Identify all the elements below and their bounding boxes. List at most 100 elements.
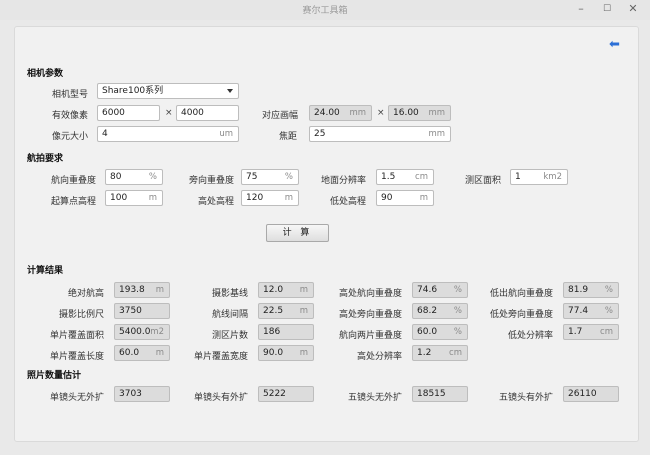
- photos-section-title: 照片数量估计: [27, 371, 82, 381]
- survey-area-label: 测区面积: [464, 176, 501, 186]
- side-overlap-value: 75: [246, 172, 258, 182]
- pixels-height-input[interactable]: 4000: [176, 105, 239, 121]
- result-label: 低出航向重叠度: [489, 289, 553, 299]
- result-value: 60.0: [119, 348, 140, 358]
- result-value: 193.8: [119, 285, 145, 295]
- result-label: 航向两片重叠度: [338, 331, 402, 341]
- start-elevation-unit: m: [148, 193, 157, 203]
- result-field: 1.7 cm: [563, 324, 619, 340]
- high-elevation-input[interactable]: 120 m: [241, 190, 299, 206]
- camera-model-select[interactable]: Share100系列: [97, 83, 239, 99]
- photo-count-label: 单镜头无外扩: [49, 393, 104, 403]
- ground-resolution-unit: cm: [415, 172, 428, 182]
- photo-count-field: 5222: [258, 386, 314, 402]
- result-field: 90.0 m: [258, 345, 314, 361]
- result-value: 3750: [119, 306, 142, 316]
- low-elevation-label: 低处高程: [329, 197, 366, 207]
- result-label: 低处分辨率: [507, 331, 553, 341]
- low-elevation-unit: m: [419, 193, 428, 203]
- result-label: 摄影基线: [211, 289, 248, 299]
- frame-width-field: 24.00 mm: [309, 105, 372, 121]
- result-unit: m: [299, 285, 308, 295]
- low-elevation-input[interactable]: 90 m: [376, 190, 434, 206]
- result-label: 单片覆盖长度: [49, 352, 104, 362]
- ground-resolution-value: 1.5: [381, 172, 396, 182]
- close-icon[interactable]: ✕: [626, 2, 640, 16]
- photo-count-value: 18515: [417, 389, 446, 399]
- result-field: 74.6%: [412, 282, 468, 298]
- result-label: 高处旁向重叠度: [338, 310, 402, 320]
- result-field: 60.0%: [412, 324, 468, 340]
- result-label: 单片覆盖宽度: [193, 352, 248, 362]
- pixels-width-value: 6000: [102, 108, 125, 118]
- result-unit: m: [299, 306, 308, 316]
- pixel-size-input[interactable]: 4 um: [97, 126, 239, 142]
- times-sign: ×: [377, 108, 385, 118]
- photo-count-field: 18515: [412, 386, 468, 402]
- result-value: 90.0: [263, 348, 284, 358]
- photo-count-label: 五镜头无外扩: [347, 393, 402, 403]
- result-value: 12.0: [263, 285, 284, 295]
- camera-section-title: 相机参数: [27, 69, 64, 79]
- result-field: 68.2%: [412, 303, 468, 319]
- start-elevation-label: 起算点高程: [50, 197, 96, 207]
- pixels-label: 有效像素: [52, 111, 89, 121]
- focal-value: 25: [314, 129, 326, 139]
- forward-overlap-unit: %: [148, 172, 157, 182]
- result-label: 测区片数: [211, 331, 248, 341]
- ground-resolution-label: 地面分辨率: [320, 176, 366, 186]
- result-value: 22.5: [263, 306, 284, 316]
- frame-label: 对应画幅: [262, 111, 299, 121]
- back-arrow-icon[interactable]: ⬅: [609, 38, 620, 52]
- times-sign: ×: [165, 108, 173, 118]
- frame-height-value: 16.00: [393, 108, 419, 118]
- window-title: 赛尔工具箱: [302, 6, 348, 16]
- result-unit: m: [299, 348, 308, 358]
- forward-overlap-value: 80: [110, 172, 122, 182]
- title-bar: 赛尔工具箱 – ☐ ✕: [0, 0, 650, 20]
- chevron-down-icon: [227, 89, 233, 93]
- start-elevation-input[interactable]: 100 m: [105, 190, 163, 206]
- frame-height-unit: mm: [428, 108, 445, 118]
- pixels-height-value: 4000: [181, 108, 204, 118]
- result-unit: %: [453, 285, 462, 295]
- camera-model-value: Share100系列: [102, 86, 164, 96]
- result-value: 60.0: [417, 327, 438, 337]
- survey-area-value: 1: [515, 172, 521, 182]
- result-label: 单片覆盖面积: [49, 331, 104, 341]
- result-label: 摄影比例尺: [58, 310, 104, 320]
- result-unit: %: [604, 306, 613, 316]
- result-label: 高处分辨率: [356, 352, 402, 362]
- results-section-title: 计算结果: [27, 266, 64, 276]
- result-field: 22.5 m: [258, 303, 314, 319]
- high-elevation-unit: m: [284, 193, 293, 203]
- photo-count-value: 3703: [119, 389, 142, 399]
- photo-count-label: 单镜头有外扩: [193, 393, 248, 403]
- forward-overlap-input[interactable]: 80%: [105, 169, 163, 185]
- pixels-width-input[interactable]: 6000: [97, 105, 160, 121]
- focal-label: 焦距: [279, 132, 298, 142]
- result-value: 68.2: [417, 306, 438, 316]
- frame-height-field: 16.00 mm: [388, 105, 451, 121]
- survey-area-input[interactable]: 1 km2: [510, 169, 568, 185]
- calculate-button[interactable]: 计 算: [266, 224, 329, 242]
- photo-count-field: 26110: [563, 386, 619, 402]
- result-value: 77.4: [568, 306, 589, 316]
- photo-count-value: 26110: [568, 389, 597, 399]
- result-value: 74.6: [417, 285, 438, 295]
- side-overlap-input[interactable]: 75%: [241, 169, 299, 185]
- minimize-icon[interactable]: –: [574, 2, 588, 16]
- ground-resolution-input[interactable]: 1.5 cm: [376, 169, 434, 185]
- pixel-size-value: 4: [102, 129, 108, 139]
- result-label: 绝对航高: [67, 289, 104, 299]
- result-unit: %: [453, 327, 462, 337]
- flight-section-title: 航拍要求: [27, 154, 64, 164]
- result-value: 1.7: [568, 327, 583, 337]
- result-value: 186: [263, 327, 281, 337]
- focal-input[interactable]: 25 mm: [309, 126, 451, 142]
- maximize-icon[interactable]: ☐: [600, 2, 614, 16]
- pixel-size-unit: um: [219, 129, 233, 139]
- focal-unit: mm: [428, 129, 445, 139]
- side-overlap-unit: %: [284, 172, 293, 182]
- result-unit: %: [453, 306, 462, 316]
